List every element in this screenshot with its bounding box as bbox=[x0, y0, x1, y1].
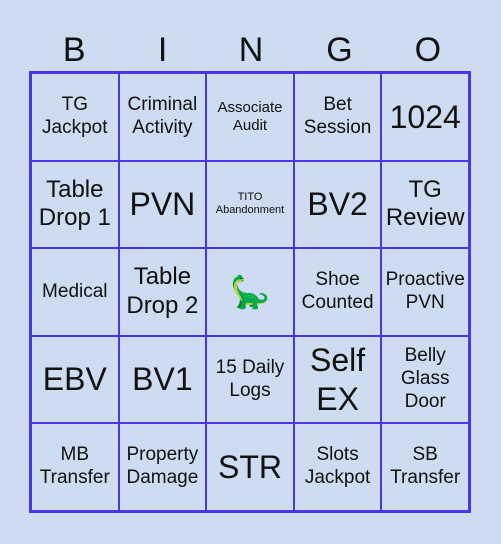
bingo-cell[interactable]: Belly Glass Door bbox=[381, 335, 469, 424]
bingo-header: B I N G O bbox=[30, 30, 472, 70]
bingo-cell[interactable]: PVN bbox=[118, 160, 207, 249]
header-letter: O bbox=[414, 31, 442, 69]
bingo-cell[interactable]: 15 Daily Logs bbox=[206, 335, 294, 424]
bingo-cell[interactable]: Self EX bbox=[293, 335, 382, 424]
bingo-cell[interactable]: Shoe Counted bbox=[293, 248, 382, 336]
bingo-cell[interactable]: Bet Session bbox=[293, 73, 382, 161]
bingo-cell[interactable]: TG Review bbox=[381, 160, 469, 249]
bingo-cell[interactable]: Criminal Activity bbox=[118, 73, 207, 161]
bingo-cell[interactable]: TITO Abandonment bbox=[206, 160, 294, 249]
bingo-cell[interactable]: Associate Audit bbox=[206, 73, 294, 161]
bingo-cell[interactable]: TG Jackpot bbox=[31, 73, 119, 161]
bingo-cell[interactable]: MB Transfer bbox=[31, 423, 119, 511]
bingo-cell[interactable]: BV1 bbox=[118, 335, 207, 424]
header-letter: B bbox=[62, 31, 86, 69]
bingo-grid: TG Jackpot Criminal Activity Associate A… bbox=[29, 71, 471, 513]
free-space-dinosaur-icon[interactable]: 🦕 bbox=[206, 248, 294, 336]
bingo-cell[interactable]: Table Drop 1 bbox=[31, 160, 119, 249]
bingo-cell[interactable]: 1024 bbox=[381, 73, 469, 161]
header-letter: N bbox=[238, 31, 264, 69]
bingo-cell[interactable]: BV2 bbox=[293, 160, 382, 249]
header-letter: I bbox=[157, 31, 168, 69]
bingo-cell[interactable]: Proactive PVN bbox=[381, 248, 469, 336]
bingo-cell[interactable]: STR bbox=[206, 423, 294, 511]
header-letter: G bbox=[326, 31, 353, 69]
bingo-cell[interactable]: Table Drop 2 bbox=[118, 248, 207, 336]
bingo-cell[interactable]: Slots Jackpot bbox=[293, 423, 382, 511]
bingo-cell[interactable]: SB Transfer bbox=[381, 423, 469, 511]
bingo-cell[interactable]: Property Damage bbox=[118, 423, 207, 511]
bingo-cell[interactable]: Medical bbox=[31, 248, 119, 336]
bingo-cell[interactable]: EBV bbox=[31, 335, 119, 424]
